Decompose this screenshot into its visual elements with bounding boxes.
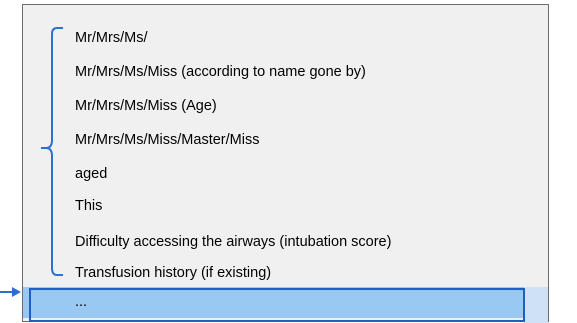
list-item[interactable]: This — [75, 197, 102, 215]
list-item[interactable]: Mr/Mrs/Ms/ — [75, 29, 147, 47]
dropdown-list: Mr/Mrs/Ms/ Mr/Mrs/Ms/Miss (according to … — [22, 4, 549, 323]
list-item[interactable]: Transfusion history (if existing) — [75, 264, 271, 282]
arrow-right-annotation-icon — [0, 287, 21, 297]
list-item-selected[interactable] — [29, 288, 525, 322]
list-item[interactable]: Mr/Mrs/Ms/Miss/Master/Miss — [75, 131, 259, 149]
list-item[interactable]: Mr/Mrs/Ms/Miss (according to name gone b… — [75, 63, 366, 81]
list-item-selected-label: ... — [75, 294, 88, 310]
list-item[interactable]: Difficulty accessing the airways (intuba… — [75, 233, 391, 251]
list-item[interactable]: Mr/Mrs/Ms/Miss (Age) — [75, 97, 217, 115]
scrollbar[interactable] — [524, 287, 548, 323]
list-item[interactable]: aged — [75, 165, 107, 183]
